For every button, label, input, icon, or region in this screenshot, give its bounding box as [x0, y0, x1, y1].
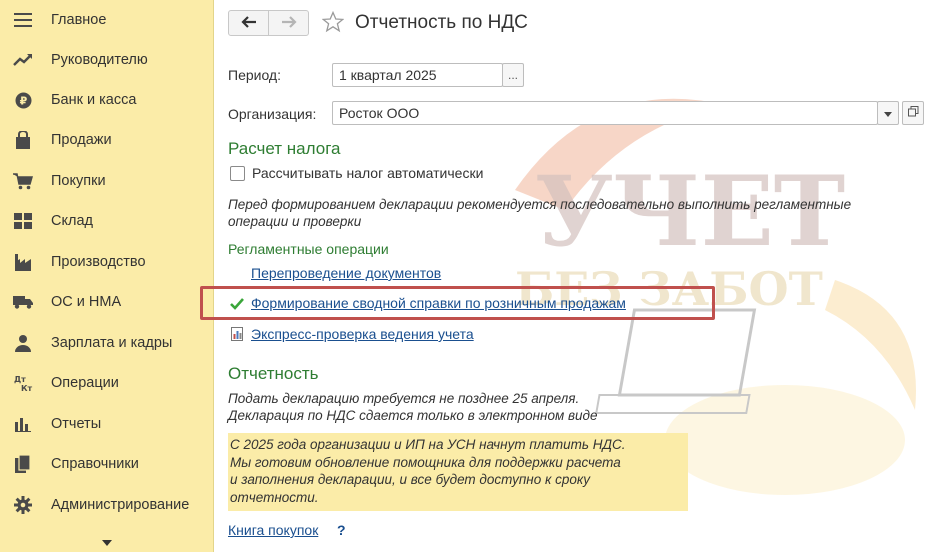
usn-notice: С 2025 года организации и ИП на УСН начн…	[228, 433, 688, 511]
kt-glyph: Кт	[21, 384, 33, 392]
reporting-deadline-text: Подать декларацию требуется не позднее 2…	[228, 391, 580, 406]
arrow-left-icon	[240, 15, 257, 31]
back-button[interactable]	[229, 11, 268, 35]
warehouse-grid-icon	[13, 211, 33, 231]
sidebar-item-label: Отчеты	[51, 416, 102, 432]
trend-chart-icon	[13, 50, 33, 70]
sidebar-item-label: Продажи	[51, 132, 112, 148]
help-question-icon[interactable]: ?	[337, 522, 346, 538]
sidebar-item-manager[interactable]: Руководителю	[0, 40, 213, 80]
person-icon	[13, 333, 33, 353]
sidebar-item-purchases[interactable]: Покупки	[0, 161, 213, 201]
bar-chart-icon	[13, 414, 33, 434]
coin-icon: ₽	[13, 90, 33, 110]
sidebar-item-label: Зарплата и кадры	[51, 335, 173, 351]
auto-tax-checkbox[interactable]	[230, 166, 245, 181]
dt-glyph: Дт	[14, 375, 26, 384]
sidebar-item-warehouse[interactable]: Склад	[0, 201, 213, 241]
organization-dropdown-button[interactable]	[877, 101, 899, 125]
sidebar-item-operations[interactable]: Дт Кт Операции	[0, 363, 213, 403]
sidebar-item-label: Банк и касса	[51, 92, 137, 108]
sidebar-item-label: Операции	[51, 375, 119, 391]
menu-icon	[13, 10, 33, 30]
tax-section-heading: Расчет налога	[228, 139, 341, 158]
svg-text:₽: ₽	[19, 94, 27, 107]
usn-notice-line1: С 2025 года организации и ИП на УСН начн…	[230, 437, 626, 452]
period-field[interactable]: 1 квартал 2025	[332, 63, 503, 87]
highlight-frame	[200, 286, 715, 320]
factory-icon	[13, 252, 33, 272]
dt-kt-icon: Дт Кт	[13, 373, 33, 393]
repost-documents-link[interactable]: Перепроведение документов	[251, 265, 441, 281]
sidebar-item-production[interactable]: Производство	[0, 242, 213, 282]
sidebar-item-label: Склад	[51, 213, 93, 229]
sidebar-item-label: Справочники	[51, 456, 139, 472]
sidebar-item-salary[interactable]: Зарплата и кадры	[0, 323, 213, 363]
sidebar-item-sales[interactable]: Продажи	[0, 120, 213, 160]
forward-button[interactable]	[268, 11, 308, 35]
gear-icon	[13, 495, 33, 515]
period-select-button[interactable]: ...	[502, 63, 524, 87]
sidebar-item-bank[interactable]: ₽ Банк и касса	[0, 80, 213, 120]
sidebar-item-directories[interactable]: Справочники	[0, 444, 213, 484]
sidebar-item-administration[interactable]: Администрирование	[0, 485, 213, 525]
main-panel: УЧЕТ БЕЗ ЗАБОТ Отчетность по НДС Период:…	[200, 0, 929, 552]
sidebar-item-label: Производство	[51, 254, 146, 270]
reporting-electronic-text: Декларация по НДС сдается только в элект…	[228, 408, 598, 423]
sidebar-item-label: Покупки	[51, 173, 106, 189]
express-check-link[interactable]: Экспресс-проверка ведения учета	[251, 326, 474, 342]
usn-notice-line4: отчетности.	[230, 489, 319, 505]
report-doc-icon	[231, 327, 243, 344]
sidebar-item-label: Администрирование	[51, 497, 190, 513]
navigation-buttons	[228, 10, 309, 36]
truck-icon	[13, 292, 33, 312]
tax-hint-line1: Перед формированием декларации рекоменду…	[228, 197, 852, 212]
sidebar-item-label: ОС и НМА	[51, 294, 122, 310]
chevron-down-icon	[101, 534, 113, 550]
organization-label: Организация:	[228, 106, 317, 122]
sidebar: Главное Руководителю ₽ Банк и касса Прод…	[0, 0, 214, 552]
page-title: Отчетность по НДС	[355, 12, 528, 33]
shopping-cart-icon	[13, 171, 33, 191]
auto-tax-checkbox-label[interactable]: Рассчитывать налог автоматически	[252, 165, 483, 181]
sidebar-scroll-down[interactable]	[0, 532, 213, 552]
usn-notice-line3: и заполнения декларации, и все будет дос…	[230, 472, 590, 487]
books-icon	[13, 454, 33, 474]
tax-hint-line2: операции и проверки	[228, 214, 362, 229]
reporting-section-heading: Отчетность	[228, 364, 319, 383]
purchase-book-link[interactable]: Книга покупок	[228, 522, 318, 538]
sidebar-item-main[interactable]: Главное	[0, 0, 213, 40]
open-window-icon	[907, 106, 919, 120]
organization-open-button[interactable]	[902, 101, 924, 125]
sidebar-item-reports[interactable]: Отчеты	[0, 404, 213, 444]
usn-notice-line2: Мы готовим обновление помощника для подд…	[230, 454, 621, 470]
arrow-right-icon	[281, 15, 297, 31]
sidebar-item-fixed-assets[interactable]: ОС и НМА	[0, 282, 213, 322]
chevron-down-icon	[884, 106, 892, 120]
sidebar-item-label: Главное	[51, 12, 107, 28]
period-label: Период:	[228, 67, 281, 83]
sidebar-item-label: Руководителю	[51, 52, 148, 68]
shopping-bag-icon	[13, 130, 33, 150]
favorite-star-icon[interactable]	[321, 10, 345, 33]
operations-heading: Регламентные операции	[228, 241, 389, 257]
organization-field[interactable]: Росток ООО	[332, 101, 878, 125]
